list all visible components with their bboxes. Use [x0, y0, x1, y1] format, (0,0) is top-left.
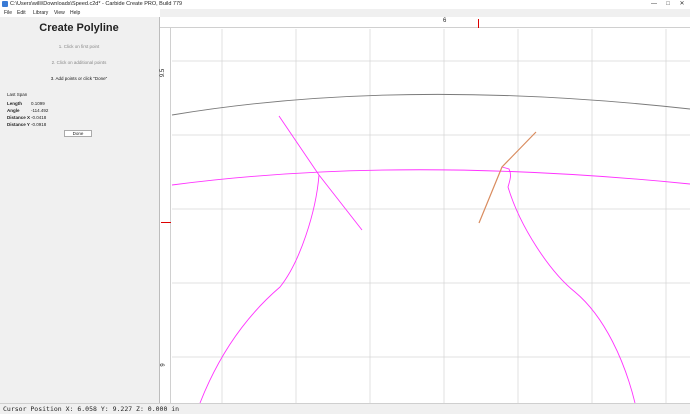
- step-add-or-done: 3. Add points or click "Done": [50, 76, 108, 81]
- span-angle-row: Angle -114.492: [7, 108, 48, 113]
- step-additional-points: 2. Click on additional points: [51, 60, 107, 65]
- top-ruler-cursor-marker: [478, 19, 479, 28]
- span-distance-x-row: Distance X-0.0418: [7, 115, 46, 120]
- inner-arc-polyline[interactable]: [171, 169, 690, 186]
- menu-view[interactable]: View: [54, 9, 65, 17]
- last-span-heading: Last Span: [7, 92, 28, 97]
- left-ruler[interactable]: 9.5 9: [160, 28, 171, 403]
- span-length-value: 0.1099: [31, 101, 45, 106]
- menu-library[interactable]: Library: [33, 9, 48, 17]
- outer-arc[interactable]: [171, 93, 690, 116]
- close-icon[interactable]: ✕: [676, 0, 688, 9]
- span-distance-y-row: Distance Y-0.0918: [7, 122, 46, 127]
- left-ruler-label-lower: 9: [160, 363, 167, 367]
- span-distance-x-label: Distance X: [7, 115, 31, 120]
- status-bar: Cursor Position X: 6.058 Y: 9.227 Z: 0.0…: [0, 403, 690, 414]
- span-length-label: Length: [7, 101, 22, 106]
- minimize-icon[interactable]: —: [648, 0, 660, 9]
- canvas-drawing[interactable]: [160, 17, 690, 403]
- active-polyline[interactable]: [478, 131, 537, 224]
- app-window: C:\Users\willi\Downloads\Speed.c2d* - Ca…: [0, 0, 690, 414]
- app-icon: [2, 1, 8, 7]
- title-bar: C:\Users\willi\Downloads\Speed.c2d* - Ca…: [0, 0, 690, 9]
- window-title: C:\Users\willi\Downloads\Speed.c2d* - Ca…: [10, 1, 183, 7]
- panel-title: Create Polyline: [39, 22, 119, 34]
- crossing-polyline[interactable]: [278, 115, 363, 231]
- tool-panel: Create Polyline 1. Click on first point …: [0, 17, 160, 403]
- cursor-position-readout: Cursor Position X: 6.058 Y: 9.227 Z: 0.0…: [3, 405, 180, 413]
- span-length-row: Length 0.1099: [7, 101, 45, 106]
- top-ruler-label: 6: [443, 18, 447, 24]
- left-ruler-label-upper: 9.5: [160, 68, 167, 78]
- span-distance-y-label: Distance Y: [7, 122, 30, 127]
- menu-file[interactable]: File: [4, 9, 12, 17]
- span-distance-y-value: -0.0918: [31, 122, 47, 127]
- top-ruler[interactable]: 6: [160, 17, 690, 28]
- grid-lines: [172, 29, 690, 403]
- span-angle-value: -114.492: [31, 108, 49, 113]
- done-button[interactable]: Done: [64, 130, 92, 137]
- design-canvas[interactable]: 6 9.5 9: [160, 17, 690, 403]
- menu-edit[interactable]: Edit: [17, 9, 26, 17]
- maximize-icon[interactable]: □: [662, 0, 674, 9]
- span-distance-x-value: -0.0418: [31, 115, 47, 120]
- left-ruler-cursor-marker: [161, 222, 171, 223]
- menu-bar: File Edit Library View Help: [0, 9, 160, 17]
- menu-help[interactable]: Help: [70, 9, 80, 17]
- step-first-point: 1. Click on first point: [58, 44, 100, 49]
- span-angle-label: Angle: [7, 108, 20, 113]
- right-curve-polyline[interactable]: [501, 166, 636, 403]
